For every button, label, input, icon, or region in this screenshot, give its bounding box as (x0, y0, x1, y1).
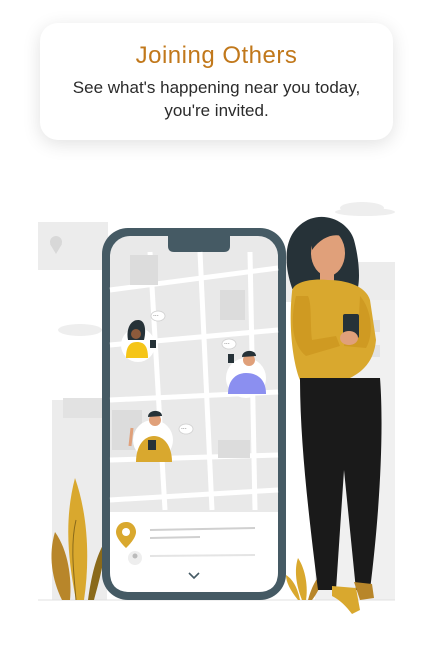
joining-others-illustration: ··· ··· ··· (38, 202, 395, 614)
phone-illustration: ··· ··· ··· (102, 228, 286, 600)
onboarding-title: Joining Others (135, 42, 298, 69)
chat-bubble-icon: ··· (178, 423, 194, 435)
user-icon (128, 551, 142, 565)
onboarding-subtitle: See what's happening near you today, you… (72, 78, 361, 120)
svg-text:···: ··· (181, 426, 187, 433)
svg-text:···: ··· (153, 313, 159, 320)
svg-text:···: ··· (224, 341, 230, 348)
onboarding-card: Joining Others See what's happening near… (40, 23, 393, 140)
chat-bubble-icon: ··· (221, 338, 237, 350)
chat-bubble-icon: ··· (150, 310, 166, 322)
